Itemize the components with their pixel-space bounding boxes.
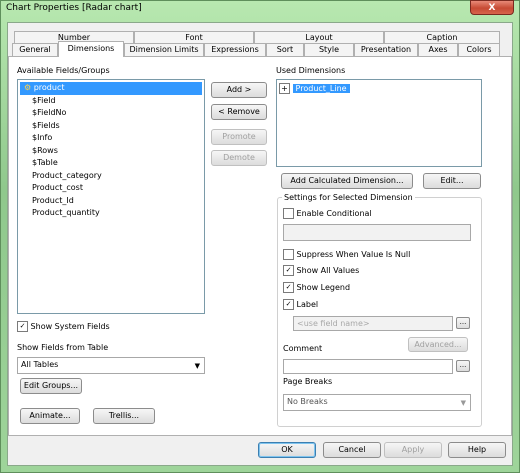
list-item[interactable]: Product_cost [20, 182, 202, 195]
list-item[interactable]: $Rows [20, 145, 202, 158]
used-dimensions-label: Used Dimensions [276, 66, 346, 75]
label-label: Label [296, 300, 319, 309]
tab-dimensions[interactable]: Dimensions [58, 41, 124, 57]
animate-button[interactable]: Animate... [20, 408, 80, 424]
help-button[interactable]: Help [448, 442, 506, 458]
label-browse-button[interactable]: ... [456, 317, 470, 329]
list-item[interactable]: $Info [20, 132, 202, 145]
list-item-product[interactable]: ⚙ product [20, 82, 202, 95]
tab-caption[interactable]: Caption [384, 31, 500, 43]
settings-group-title: Settings for Selected Dimension [282, 193, 415, 202]
enable-conditional-row[interactable]: Enable Conditional [283, 208, 372, 219]
promote-button[interactable]: Promote [211, 129, 267, 145]
list-item[interactable]: Product_category [20, 170, 202, 183]
tab-colors[interactable]: Colors [458, 43, 500, 56]
expand-icon[interactable]: + [279, 83, 290, 94]
tab-presentation[interactable]: Presentation [354, 43, 418, 56]
table-select[interactable]: All Tables ▼ [17, 357, 205, 374]
list-item[interactable]: $Fields [20, 120, 202, 133]
enable-conditional-checkbox[interactable] [283, 208, 294, 219]
used-dimensions-list[interactable]: + Product_Line [276, 79, 482, 167]
enable-conditional-label: Enable Conditional [296, 209, 372, 218]
tab-layout[interactable]: Layout [254, 31, 384, 43]
page-breaks-select[interactable]: No Breaks ▼ [283, 394, 471, 411]
show-system-fields-label: Show System Fields [30, 322, 110, 331]
apply-button[interactable]: Apply [384, 442, 442, 458]
add-calculated-dimension-button[interactable]: Add Calculated Dimension... [281, 173, 413, 189]
ok-button[interactable]: OK [258, 442, 316, 458]
show-fields-from-table-label: Show Fields from Table [17, 343, 109, 352]
label-checkbox[interactable]: ✓ [283, 299, 294, 310]
tab-expressions[interactable]: Expressions [204, 43, 266, 56]
tab-axes[interactable]: Axes [418, 43, 458, 56]
tab-style[interactable]: Style [304, 43, 354, 56]
label-row[interactable]: ✓ Label [283, 299, 318, 310]
chevron-down-icon: ▼ [460, 399, 466, 407]
suppress-null-row[interactable]: Suppress When Value Is Null [283, 249, 410, 260]
close-button[interactable]: X [470, 0, 514, 15]
show-all-values-checkbox[interactable]: ✓ [283, 265, 294, 276]
chevron-down-icon: ▼ [194, 362, 200, 370]
list-item[interactable]: Product_quantity [20, 207, 202, 220]
comment-label: Comment [283, 344, 323, 353]
show-all-values-label: Show All Values [296, 266, 360, 275]
trellis-button[interactable]: Trellis... [93, 408, 155, 424]
used-dimension-row[interactable]: + Product_Line [279, 82, 479, 95]
comment-browse-button[interactable]: ... [456, 360, 470, 372]
conditional-input[interactable] [283, 224, 471, 241]
available-fields-list[interactable]: ⚙ product $Field $FieldNo $Fields $Info … [17, 79, 205, 314]
show-legend-checkbox[interactable]: ✓ [283, 282, 294, 293]
add-button[interactable]: Add > [211, 82, 267, 98]
tab-dimension-limits[interactable]: Dimension Limits [124, 43, 204, 56]
available-fields-label: Available Fields/Groups [17, 66, 110, 75]
remove-button[interactable]: < Remove [211, 104, 267, 120]
label-input[interactable]: <use field name> [293, 316, 453, 331]
group-icon: ⚙ [24, 83, 32, 92]
used-dimension-item[interactable]: Product_Line [292, 84, 350, 93]
list-item-label: product [33, 83, 65, 92]
table-select-value: All Tables [21, 360, 59, 369]
window-title: Chart Properties [Radar chart] [6, 3, 142, 13]
suppress-null-checkbox[interactable] [283, 249, 294, 260]
list-item[interactable]: Product_Id [20, 195, 202, 208]
page-breaks-value: No Breaks [287, 397, 328, 406]
edit-dimension-button[interactable]: Edit... [423, 173, 481, 189]
cancel-button[interactable]: Cancel [323, 442, 381, 458]
tab-general[interactable]: General [12, 43, 58, 56]
list-item[interactable]: $Field [20, 95, 202, 108]
advanced-button[interactable]: Advanced... [408, 337, 468, 352]
show-system-fields-checkbox[interactable]: ✓ [17, 321, 28, 332]
demote-button[interactable]: Demote [211, 150, 267, 166]
show-all-values-row[interactable]: ✓ Show All Values [283, 265, 359, 276]
suppress-null-label: Suppress When Value Is Null [296, 250, 411, 259]
show-system-fields-row[interactable]: ✓ Show System Fields [17, 321, 110, 332]
page-breaks-label: Page Breaks [283, 377, 333, 386]
tab-font[interactable]: Font [134, 31, 254, 43]
comment-input[interactable] [283, 359, 453, 374]
show-legend-label: Show Legend [296, 283, 351, 292]
list-item[interactable]: $Table [20, 157, 202, 170]
show-legend-row[interactable]: ✓ Show Legend [283, 282, 350, 293]
edit-groups-button[interactable]: Edit Groups... [20, 378, 82, 394]
list-item[interactable]: $FieldNo [20, 107, 202, 120]
tab-sort[interactable]: Sort [266, 43, 304, 56]
